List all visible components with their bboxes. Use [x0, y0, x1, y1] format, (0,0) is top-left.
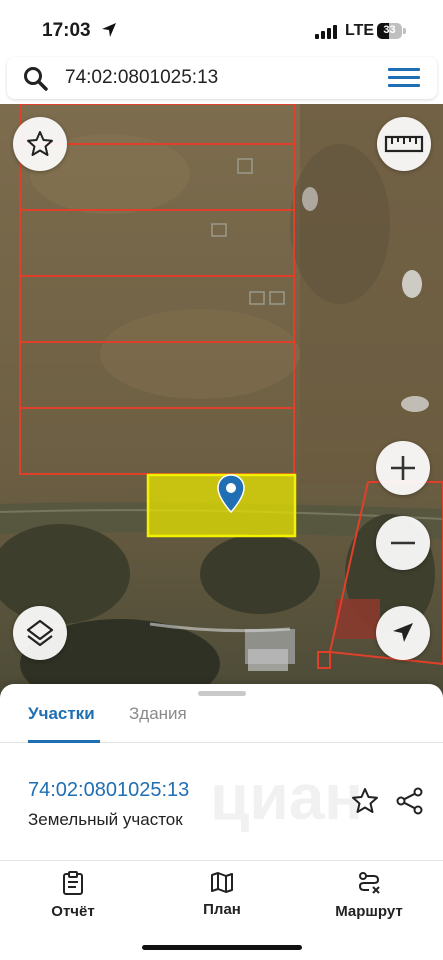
plus-icon — [391, 456, 415, 480]
route-icon — [358, 872, 380, 894]
layers-button[interactable] — [13, 606, 67, 660]
share-icon[interactable] — [395, 786, 425, 816]
search-bar — [7, 57, 437, 99]
search-input[interactable] — [65, 63, 365, 93]
battery-icon: 33 — [377, 23, 402, 39]
favorite-button[interactable] — [13, 117, 67, 171]
active-tab-indicator — [28, 740, 100, 743]
nav-plan[interactable]: План — [191, 871, 253, 918]
battery-level: 33 — [383, 24, 396, 36]
star-icon — [27, 131, 53, 156]
hamburger-menu-icon[interactable] — [388, 68, 420, 88]
network-type: LTE — [345, 22, 375, 39]
search-icon[interactable] — [23, 66, 49, 92]
my-location-button[interactable] — [376, 606, 430, 660]
map-pin-icon[interactable] — [217, 474, 245, 514]
battery-tip — [403, 28, 406, 34]
tab-buildings[interactable]: Здания — [129, 704, 187, 724]
status-time: 17:03 — [42, 20, 91, 41]
ruler-button[interactable] — [377, 117, 431, 171]
nav-report[interactable]: Отчёт — [42, 871, 104, 920]
ruler-icon — [384, 135, 424, 153]
parcel-number[interactable]: 74:02:0801025:13 — [28, 779, 189, 802]
layers-icon — [26, 619, 54, 647]
map-view[interactable] — [0, 104, 443, 700]
star-icon[interactable] — [350, 786, 380, 816]
zoom-out-button[interactable] — [376, 516, 430, 570]
zoom-in-button[interactable] — [376, 441, 430, 495]
location-arrow-icon — [102, 23, 116, 37]
map-icon — [211, 872, 233, 893]
parcel-type: Земельный участок — [28, 810, 183, 829]
nav-plan-label: План — [203, 901, 241, 918]
nav-report-label: Отчёт — [51, 903, 95, 920]
status-bar: 17:03 LTE 33 — [0, 0, 443, 58]
parcel-card[interactable]: циан 74:02:0801025:13 Земельный участок — [0, 744, 443, 861]
minus-icon — [391, 541, 415, 545]
home-indicator[interactable] — [142, 945, 302, 950]
clipboard-icon — [63, 871, 83, 895]
tab-bar: Участки Здания — [0, 700, 443, 743]
watermark: циан — [210, 761, 363, 833]
satellite-map — [0, 104, 443, 700]
signal-icon — [315, 25, 339, 39]
nav-route-label: Маршрут — [335, 903, 403, 920]
nav-route[interactable]: Маршрут — [330, 871, 408, 920]
tab-parcels[interactable]: Участки — [28, 704, 95, 724]
sheet-handle[interactable] — [198, 691, 246, 696]
navigation-arrow-icon — [393, 623, 413, 642]
bottom-sheet: Участки Здания циан 74:02:0801025:13 Зем… — [0, 684, 443, 960]
